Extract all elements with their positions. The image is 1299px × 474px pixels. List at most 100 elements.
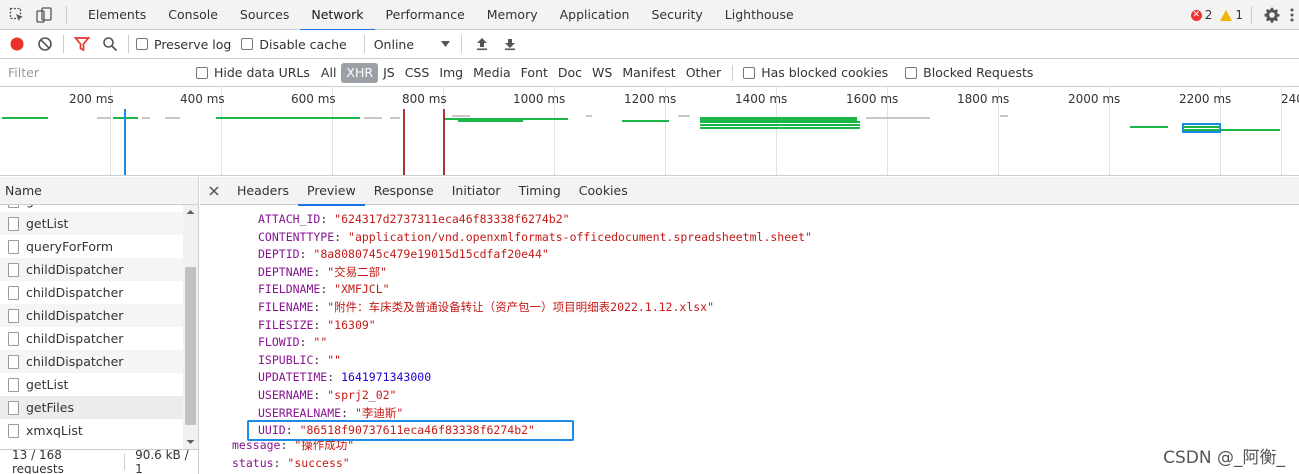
checkbox-box[interactable] [241,38,254,50]
timeline-selection[interactable] [1182,123,1221,133]
request-name: getList [26,377,69,392]
record-button[interactable] [6,33,28,55]
scroll-up-icon[interactable] [183,207,198,217]
checkbox-box[interactable] [743,66,756,79]
timeline-event-marker [124,109,126,175]
json-property[interactable]: FIELDNAME: "XMFJCL" [258,281,390,298]
request-row[interactable]: childDispatcher [0,281,183,304]
tab-cookies[interactable]: Cookies [570,177,637,205]
type-filter-other[interactable]: Other [681,63,727,83]
timeline-tick-label: 200 ms [69,92,114,106]
tab-console[interactable]: Console [157,0,229,30]
request-list-scrollbar[interactable] [183,205,198,449]
filter-icon[interactable] [71,33,93,55]
request-name: getList [26,205,68,208]
filter-input[interactable]: Filter [3,62,186,83]
disable-cache-checkbox[interactable]: Disable cache [241,37,347,52]
json-colon: : [313,352,328,367]
json-value: "624317d2737311eca46f83338f6274b2" [334,212,570,226]
tab-memory[interactable]: Memory [476,0,549,30]
request-name: xmxqList [26,423,83,438]
json-property[interactable]: status: "success" [232,455,350,472]
type-filter-img[interactable]: Img [434,63,468,83]
tab-response[interactable]: Response [365,177,443,205]
type-filter-css[interactable]: CSS [400,63,435,83]
blocked-requests-label: Blocked Requests [923,65,1034,80]
checkbox-box[interactable] [136,38,148,50]
json-property[interactable]: ISPUBLIC: "" [258,352,341,369]
tab-lighthouse[interactable]: Lighthouse [714,0,805,30]
device-toggle-icon[interactable] [34,5,54,25]
request-row[interactable]: queryForForm [0,235,183,258]
error-count[interactable]: ✕ 2 [1190,8,1212,22]
clear-icon[interactable] [34,33,56,55]
hide-data-urls-checkbox[interactable]: Hide data URLs [196,65,310,80]
tab-elements[interactable]: Elements [77,0,157,30]
request-row[interactable]: getList [0,205,183,212]
json-property[interactable]: DEPTID: "8a8080745c479e19015d15cdfaf20e4… [258,246,549,263]
tab-security[interactable]: Security [640,0,713,30]
import-har-icon[interactable] [471,33,493,55]
throttling-select[interactable]: Online [372,37,454,52]
checkbox-box[interactable] [905,66,918,79]
more-vertical-icon[interactable] [1285,5,1299,25]
tab-sources[interactable]: Sources [229,0,300,30]
tab-headers[interactable]: Headers [228,177,298,205]
json-property[interactable]: FILESIZE: "16309" [258,317,376,334]
type-filter-media[interactable]: Media [468,63,516,83]
request-row[interactable]: xmxqList [0,419,183,442]
tab-timing[interactable]: Timing [510,177,570,205]
type-filter-xhr[interactable]: XHR [341,62,379,83]
inspect-icon[interactable] [7,5,27,25]
request-row[interactable]: childDispatcher [0,350,183,373]
json-colon: : [273,456,288,470]
json-property[interactable]: FILENAME: "附件：车床类及普通设备转让（资产包一）项目明细表2022.… [258,299,714,316]
scrollbar-thumb[interactable] [185,267,196,425]
timeline-request-bar [700,124,860,126]
json-property[interactable]: USERNAME: "sprj2_02" [258,387,397,404]
search-icon[interactable] [99,33,121,55]
request-name: getFiles [26,400,74,415]
type-filter-ws[interactable]: WS [587,63,617,83]
request-row[interactable]: childDispatcher [0,304,183,327]
tab-network[interactable]: Network [300,0,375,31]
json-property[interactable]: UPDATETIME: 1641971343000 [258,369,431,386]
json-colon: : [313,317,328,332]
request-row[interactable]: childDispatcher [0,258,183,281]
request-row[interactable]: getList [0,212,183,235]
json-property[interactable]: CONTENTTYPE: "application/vnd.openxmlfor… [258,229,812,246]
preserve-log-checkbox[interactable]: Preserve log [136,37,231,52]
tab-application[interactable]: Application [549,0,641,30]
request-name: childDispatcher [26,308,124,323]
json-property[interactable]: FLOWID: "" [258,334,327,351]
has-blocked-cookies-checkbox[interactable]: Has blocked cookies [743,65,888,80]
json-colon: : [327,370,342,385]
network-overview-timeline[interactable]: 200 ms 400 ms 600 ms 800 ms 1000 ms 1200 ms 14… [0,87,1299,176]
timeline-tick-label: 1000 ms [513,92,566,106]
json-property[interactable]: DEPTNAME: "交易二部" [258,264,387,281]
json-key: DEPTNAME [258,264,314,279]
type-filter-font[interactable]: Font [516,63,553,83]
scroll-down-icon[interactable] [183,437,198,447]
request-row[interactable]: childDispatcher [0,327,183,350]
type-filter-doc[interactable]: Doc [553,63,587,83]
tab-preview[interactable]: Preview [298,177,365,206]
request-row[interactable]: getFiles [0,396,183,419]
close-icon[interactable] [200,177,228,205]
request-row[interactable]: getList [0,373,183,396]
tab-performance[interactable]: Performance [375,0,476,30]
type-filter-js[interactable]: JS [378,63,400,83]
gear-icon[interactable] [1262,5,1282,25]
type-filter-manifest[interactable]: Manifest [617,63,680,83]
tab-initiator[interactable]: Initiator [443,177,510,205]
json-property[interactable]: ATTACH_ID: "624317d2737311eca46f83338f62… [258,211,570,228]
json-colon: : [313,388,328,402]
type-filter-all[interactable]: All [316,63,342,83]
json-key: USERREALNAME [258,405,342,420]
warning-count[interactable]: 1 [1220,8,1243,22]
blocked-requests-checkbox[interactable]: Blocked Requests [905,65,1033,80]
export-har-icon[interactable] [499,33,521,55]
name-column-header[interactable]: Name [0,177,198,205]
checkbox-box[interactable] [196,66,208,79]
timeline-event-marker [443,109,445,175]
